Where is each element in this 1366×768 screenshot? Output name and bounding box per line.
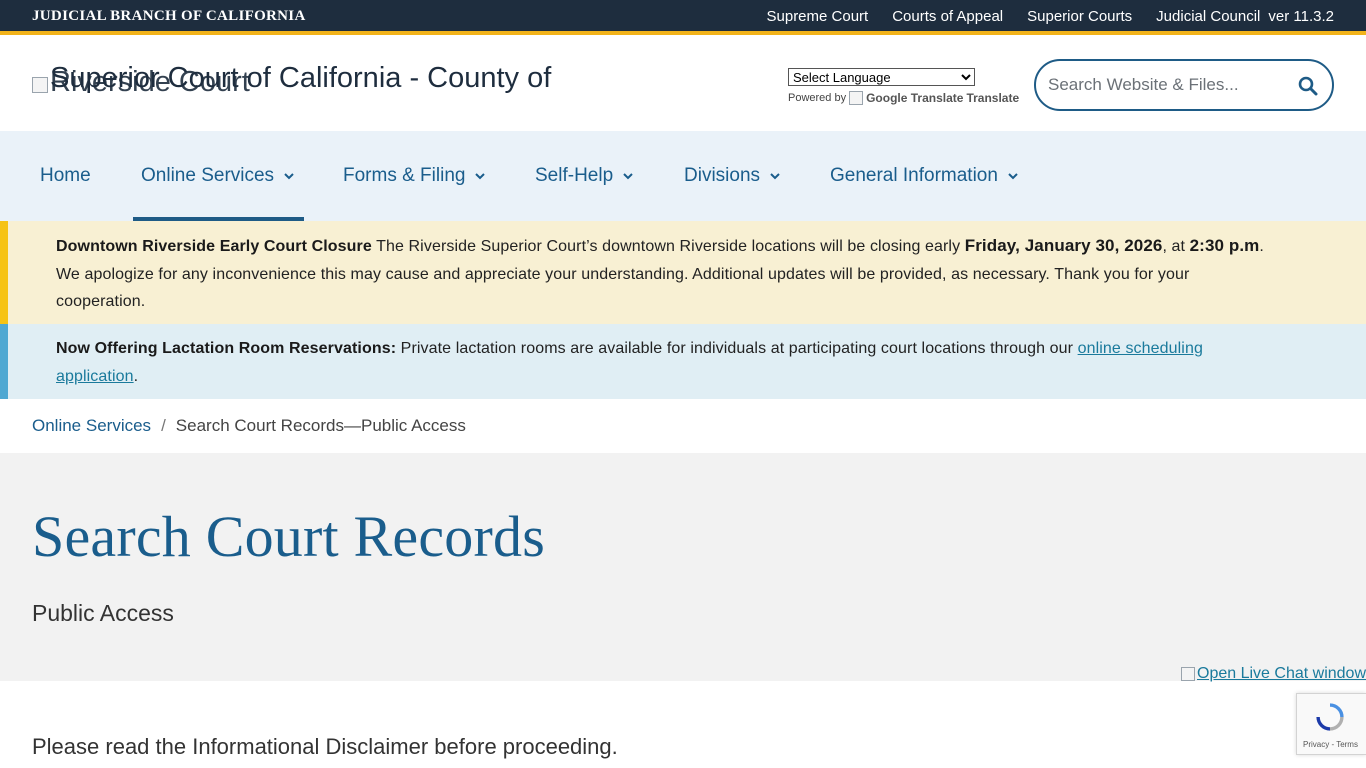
page-title: Search Court Records — [32, 504, 545, 569]
judicial-council-link[interactable]: Judicial Council — [1156, 8, 1260, 25]
recaptcha-icon — [1316, 703, 1344, 731]
nav-forms-filing-label: Forms & Filing — [343, 165, 466, 186]
site-search — [1034, 59, 1334, 111]
breadcrumb: Online Services / Search Court Records—Pub… — [32, 416, 466, 436]
lactation-alert-end: . — [133, 367, 139, 385]
chevron-down-icon — [770, 173, 780, 180]
closure-time: 2:30 p.m — [1189, 236, 1260, 255]
google-translate: Select Language Powered by Google Transl… — [788, 68, 1019, 105]
live-chat-link[interactable]: Open Live Chat window — [1181, 665, 1366, 683]
search-input[interactable] — [1048, 73, 1288, 97]
closure-alert-body-2: , at — [1162, 238, 1190, 255]
breadcrumb-online-services[interactable]: Online Services — [32, 416, 151, 435]
nav-home-label: Home — [40, 165, 91, 186]
nav-divisions-label: Divisions — [684, 165, 761, 186]
court-logo[interactable]: Superior Court of California - County of… — [32, 63, 612, 97]
top-bar: JUDICIAL BRANCH OF CALIFORNIA Supreme Co… — [0, 0, 1366, 35]
breadcrumb-current: Search Court Records—Public Access — [175, 416, 466, 435]
closure-alert-text: Downtown Riverside Early Court Closure T… — [56, 232, 1266, 316]
closure-date: Friday, January 30, 2026 — [964, 236, 1163, 255]
powered-by-google: Powered by Google Translate Translate — [788, 91, 1019, 105]
nav-general-information-label: General Information — [830, 165, 998, 186]
lactation-alert: Now Offering Lactation Room Reservations… — [0, 324, 1366, 399]
chevron-down-icon — [1008, 173, 1018, 180]
search-icon[interactable] — [1298, 76, 1318, 96]
lactation-alert-title: Now Offering Lactation Room Reservations… — [56, 340, 397, 357]
supreme-court-link[interactable]: Supreme Court — [767, 8, 869, 25]
site-header: Superior Court of California - County of… — [0, 39, 1366, 131]
nav-home[interactable]: Home — [40, 131, 91, 221]
chevron-down-icon — [284, 173, 294, 180]
main-nav: Home Online Services Forms & Filing Self… — [0, 131, 1366, 221]
nav-forms-filing[interactable]: Forms & Filing — [343, 131, 487, 221]
nav-online-services-label: Online Services — [141, 165, 275, 186]
judicial-branch-brand[interactable]: JUDICIAL BRANCH OF CALIFORNIA — [32, 8, 306, 25]
page-hero: Search Court Records Public Access — [0, 453, 1366, 681]
broken-image-icon — [32, 77, 48, 93]
breadcrumb-separator: / — [161, 416, 166, 435]
closure-alert-body: The Riverside Superior Court’s downtown … — [371, 238, 965, 255]
closure-alert: Downtown Riverside Early Court Closure T… — [0, 221, 1366, 324]
nav-online-services[interactable]: Online Services — [132, 131, 305, 221]
chat-broken-image-icon — [1181, 667, 1196, 681]
chevron-down-icon — [623, 173, 633, 180]
version-label: ver 11.3.2 — [1268, 8, 1334, 25]
page-subtitle: Public Access — [32, 600, 174, 626]
lactation-alert-text: Now Offering Lactation Room Reservations… — [56, 335, 1266, 390]
lactation-alert-body: Private lactation rooms are available fo… — [396, 340, 1078, 357]
chevron-down-icon — [475, 173, 486, 180]
live-chat-label: Open Live Chat window — [1197, 665, 1366, 682]
nav-general-information[interactable]: General Information — [830, 131, 1020, 221]
top-links: Supreme Court Courts of Appeal Superior … — [767, 8, 1335, 25]
recaptcha-terms[interactable]: Privacy - Terms — [1303, 740, 1358, 749]
google-logo-icon — [849, 91, 864, 105]
powered-by-label: Powered by — [788, 92, 847, 104]
superior-courts-link[interactable]: Superior Courts — [1027, 8, 1132, 25]
nav-self-help-label: Self-Help — [535, 165, 614, 186]
language-select[interactable]: Select Language — [788, 68, 975, 86]
google-translate-alt[interactable]: Google Translate — [866, 91, 963, 105]
translate-link[interactable]: Translate — [966, 91, 1019, 105]
disclaimer-text: Please read the Informational Disclaimer… — [32, 734, 618, 759]
nav-self-help[interactable]: Self-Help — [535, 131, 635, 221]
nav-divisions[interactable]: Divisions — [684, 131, 782, 221]
courts-of-appeal-link[interactable]: Courts of Appeal — [892, 8, 1003, 25]
recaptcha-badge[interactable]: Privacy - Terms — [1296, 693, 1366, 755]
logo-alt-text-overlap: Riverside Court — [50, 66, 250, 97]
closure-alert-title: Downtown Riverside Early Court Closure — [56, 238, 372, 255]
